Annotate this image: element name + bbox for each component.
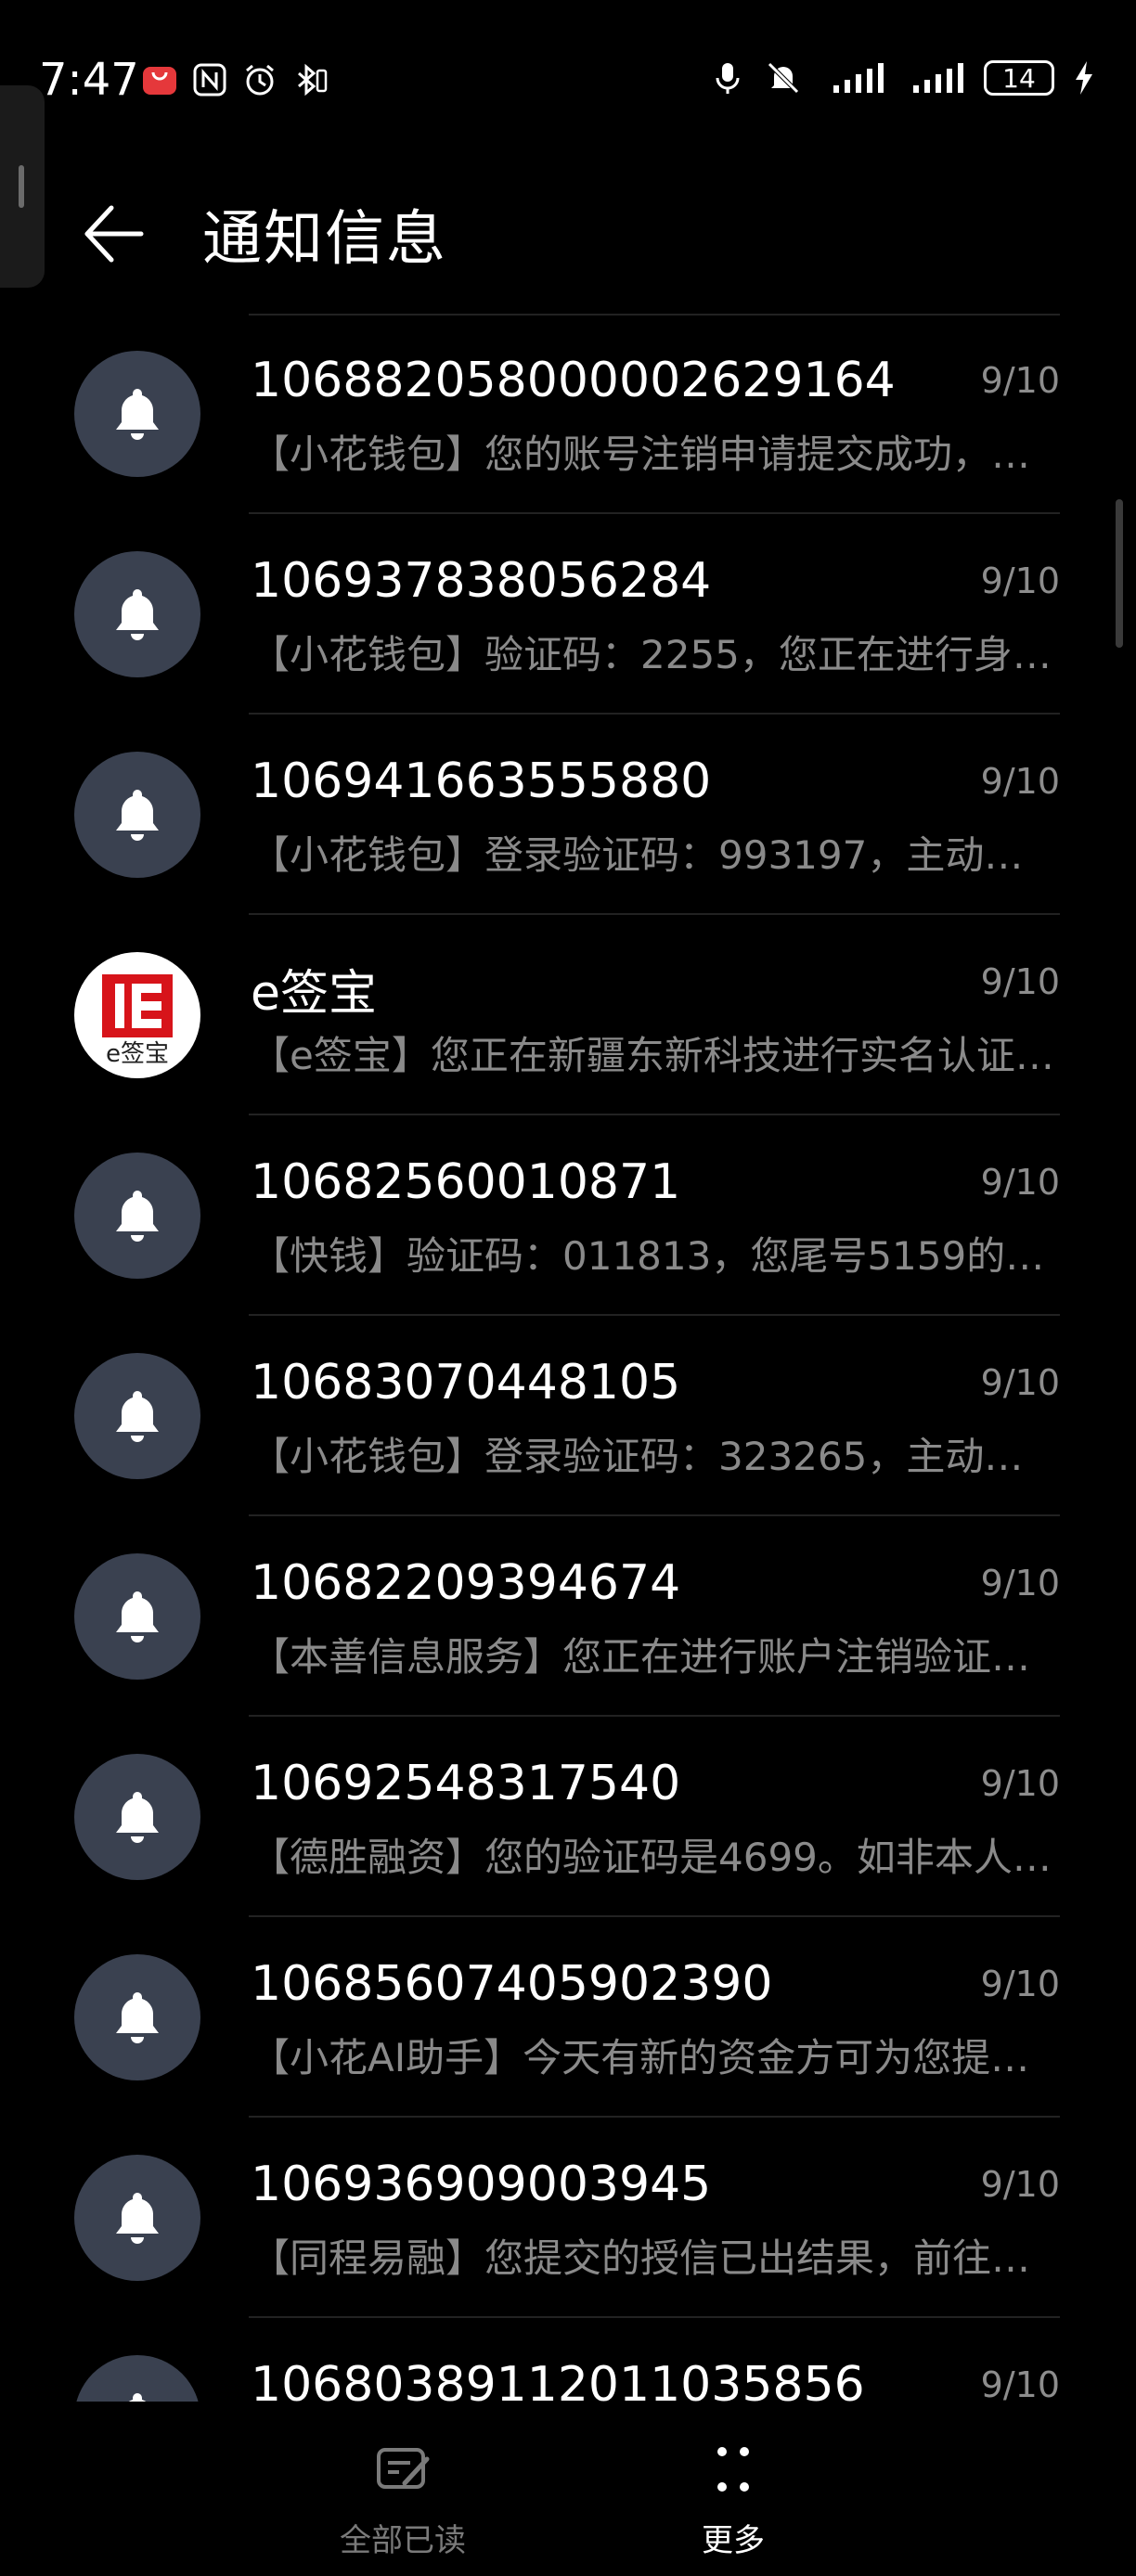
- bell-icon: [74, 1153, 200, 1279]
- message-date: 9/10: [980, 1162, 1060, 1203]
- message-date: 9/10: [980, 961, 1060, 1002]
- status-bar: 7:47 14: [0, 0, 1136, 167]
- message-preview: 【本善信息服务】您正在进行账户注销验证，验证码请勿泄露: [251, 1634, 1060, 1680]
- mark-all-read-label: 全部已读: [340, 2522, 466, 2559]
- message-date: 9/10: [980, 1763, 1060, 1804]
- bell-icon: [74, 1353, 200, 1479]
- message-sender: e签宝: [251, 966, 377, 1022]
- bell-icon: [74, 1754, 200, 1880]
- message-preview: 【小花AI助手】今天有新的资金方可为您提供服务，点击查看: [251, 2035, 1060, 2080]
- message-row[interactable]: e签宝 e签宝 9/10 【e签宝】您正在新疆东新科技进行实名认证，验证码请勿告…: [0, 915, 1136, 1115]
- message-sender: 106937838056284: [251, 553, 712, 609]
- message-date: 9/10: [980, 1563, 1060, 1604]
- message-row[interactable]: 10685607405902390 9/10 【小花AI助手】今天有新的资金方可…: [0, 1917, 1136, 2118]
- message-preview: 【快钱】验证码：011813，您尾号5159的银行卡正在进行绑定: [251, 1233, 1060, 1279]
- message-date: 9/10: [980, 1362, 1060, 1403]
- bell-icon: [74, 551, 200, 677]
- status-icons-left: [141, 61, 329, 98]
- page-title: 通知信息: [202, 205, 447, 274]
- message-row[interactable]: 106937838056284 9/10 【小花钱包】验证码：2255，您正在进…: [0, 514, 1136, 715]
- alarm-icon: [241, 61, 278, 98]
- charging-icon: [1073, 59, 1095, 97]
- more-icon: [704, 2447, 763, 2504]
- message-date: 9/10: [980, 1964, 1060, 2004]
- bottom-action-bar: 全部已读 更多: [0, 2402, 1136, 2576]
- nfc-icon: [191, 61, 228, 98]
- cellular-signal-icon: [820, 59, 891, 97]
- message-row[interactable]: 10683070448105 9/10 【小花钱包】登录验证码：323265，主…: [0, 1316, 1136, 1516]
- message-date: 9/10: [980, 2364, 1060, 2402]
- message-date: 9/10: [980, 560, 1060, 601]
- mark-read-icon: [373, 2448, 432, 2504]
- message-row[interactable]: 10682560010871 9/10 【快钱】验证码：011813，您尾号51…: [0, 1115, 1136, 1316]
- message-row[interactable]: 1068038911201103585​6 9/10: [0, 2318, 1136, 2402]
- message-date: 9/10: [980, 360, 1060, 401]
- message-sender: 10683070448105: [251, 1355, 681, 1410]
- mute-icon: [765, 59, 802, 97]
- more-label: 更多: [702, 2522, 765, 2559]
- message-preview: 【小花钱包】验证码：2255，您正在进行身份验证，请勿泄露: [251, 632, 1060, 677]
- message-preview: 【同程易融】您提交的授信已出结果，前往查看详情: [251, 2235, 1060, 2281]
- bluetooth-icon: [291, 61, 329, 98]
- message-sender: 106941663555880: [251, 753, 712, 809]
- cellular-signal-icon: [910, 59, 965, 97]
- message-row[interactable]: 10682209394674 9/10 【本善信息服务】您正在进行账户注销验证，…: [0, 1516, 1136, 1717]
- scrollbar[interactable]: [1116, 499, 1123, 648]
- message-row[interactable]: 106941663555880 9/10 【小花钱包】登录验证码：993197，…: [0, 715, 1136, 915]
- message-preview: 【小花钱包】您的账号注销申请提交成功，请在规定时间内完成后续操作: [251, 431, 1060, 477]
- message-preview: 【德胜融资】您的验证码是4699。如非本人操作请忽略本短信: [251, 1835, 1060, 1880]
- bell-icon: [74, 1553, 200, 1680]
- bell-icon: [74, 2155, 200, 2281]
- bell-icon: [74, 351, 200, 477]
- message-preview: 【小花钱包】登录验证码：323265，主动索要验证码的都是骗子: [251, 1434, 1060, 1479]
- message-sender: 10685607405902390: [251, 1956, 773, 2012]
- bell-icon: [74, 1954, 200, 2080]
- bell-icon: [74, 752, 200, 878]
- message-sender: 10682209394674: [251, 1555, 681, 1611]
- message-row[interactable]: 106936909003945 9/10 【同程易融】您提交的授信已出结果，前往…: [0, 2118, 1136, 2318]
- title-bar: 通知信息: [0, 167, 1136, 306]
- message-sender: 10692548317540: [251, 1756, 681, 1811]
- message-row[interactable]: 106882058000002629164 9/10 【小花钱包】您的账号注销申…: [0, 314, 1136, 514]
- bell-icon: [74, 2355, 200, 2402]
- battery-icon: 14: [984, 60, 1054, 96]
- back-arrow-icon[interactable]: [74, 195, 152, 273]
- message-date: 9/10: [980, 2164, 1060, 2205]
- microphone-icon: [709, 59, 746, 97]
- message-sender: 1068038911201103585​6: [251, 2357, 865, 2402]
- message-list[interactable]: 106882058000002629164 9/10 【小花钱包】您的账号注销申…: [0, 314, 1136, 2402]
- message-date: 9/10: [980, 761, 1060, 802]
- message-row[interactable]: 10692548317540 9/10 【德胜融资】您的验证码是4699。如非本…: [0, 1717, 1136, 1917]
- esign-logo-text: e签宝: [106, 1040, 169, 1068]
- message-sender: 106936909003945: [251, 2157, 712, 2212]
- message-preview: 【e签宝】您正在新疆东新科技进行实名认证，验证码请勿告知他人: [251, 1033, 1060, 1078]
- mark-all-read-button[interactable]: 全部已读: [301, 2441, 505, 2560]
- status-time: 7:47: [39, 54, 139, 106]
- message-preview: 【小花钱包】登录验证码：993197，主动索要验证码的都是骗子: [251, 832, 1060, 878]
- huawei-app-icon: [141, 61, 178, 98]
- esign-logo: e签宝: [74, 952, 200, 1078]
- message-sender: 10682560010871: [251, 1154, 681, 1210]
- message-sender: 106882058000002629164: [251, 353, 896, 408]
- status-icons-right: 14: [709, 59, 1095, 97]
- more-button[interactable]: 更多: [631, 2441, 835, 2560]
